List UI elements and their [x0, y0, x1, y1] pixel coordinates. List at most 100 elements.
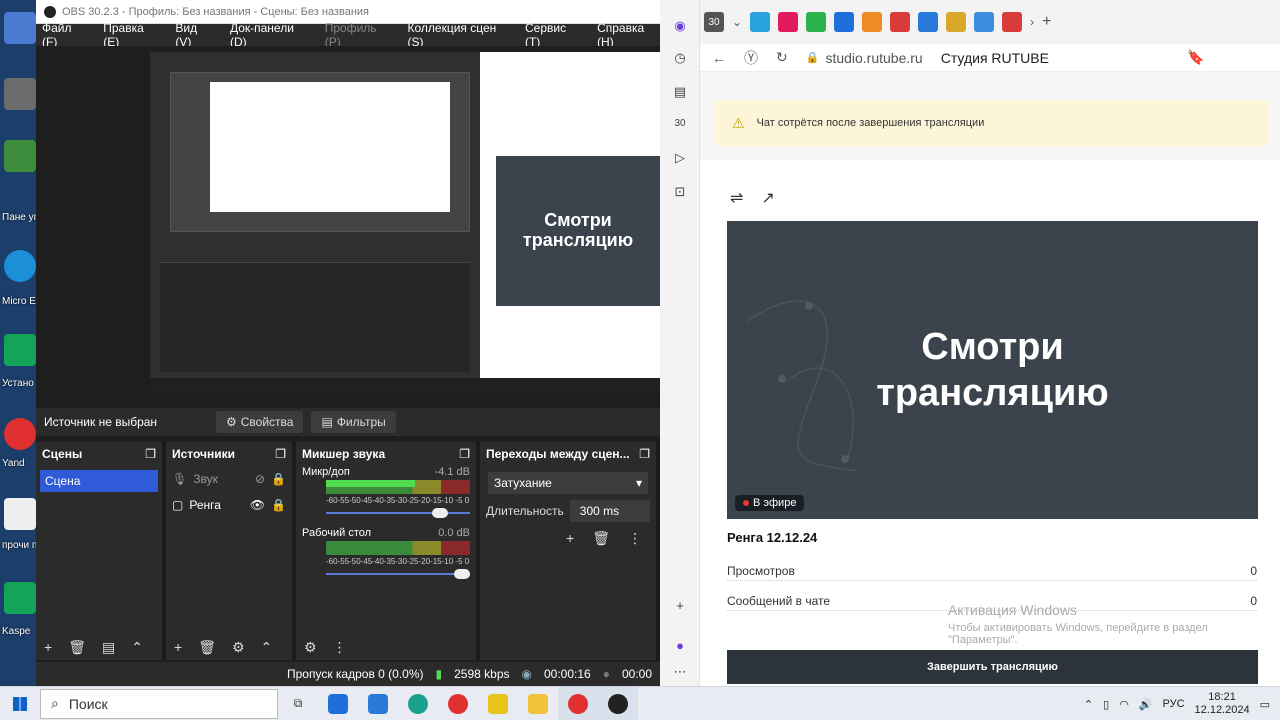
chevron-right-icon[interactable]: ›	[1030, 15, 1034, 29]
new-tab-icon[interactable]: +	[1042, 13, 1051, 31]
menu-file[interactable]: Файл (F)	[42, 21, 87, 49]
assistant-icon[interactable]: ●	[672, 638, 688, 654]
eye-hidden-icon[interactable]: ⊘	[255, 472, 265, 486]
menu-scene-collection[interactable]: Коллекция сцен (S)	[408, 21, 509, 49]
notification-icon[interactable]: ▭	[1260, 698, 1270, 711]
back-icon[interactable]: ←	[712, 50, 726, 66]
end-stream-button[interactable]: Завершить трансляцию	[727, 650, 1258, 684]
kaspersky-icon[interactable]	[4, 582, 36, 614]
reload-icon[interactable]: ↻	[776, 49, 788, 66]
taskbar-search[interactable]: ⌕ Поиск	[40, 688, 278, 719]
filter-icon[interactable]: ▤	[102, 639, 115, 656]
undock-icon[interactable]: ❐	[639, 447, 650, 461]
desktop-shortcut-icon[interactable]	[4, 140, 36, 172]
obs-preview[interactable]: Смотри трансляцию	[36, 46, 660, 398]
properties-button[interactable]: ⚙ Свойства	[216, 411, 304, 433]
network-icon[interactable]: ◠	[1119, 698, 1129, 711]
trash-icon[interactable]: 🗑	[592, 530, 610, 547]
transition-select[interactable]: Затухание ▾	[488, 472, 648, 494]
task-view-button[interactable]: ⧉	[278, 687, 318, 720]
desktop-shortcut-icon[interactable]	[4, 78, 36, 110]
gear-icon[interactable]: ⚙	[232, 639, 245, 656]
source-item[interactable]: ▢ Ренга 👁 🔒	[166, 492, 292, 518]
tab-app[interactable]	[974, 12, 995, 32]
trash-icon[interactable]: 🗑	[68, 639, 86, 656]
add-icon[interactable]: +	[672, 598, 688, 614]
volume-slider[interactable]	[326, 568, 470, 580]
tab-count-icon[interactable]: 30	[672, 116, 688, 132]
menu-help[interactable]: Справка (H)	[597, 21, 660, 49]
lock-icon[interactable]: 🔒	[271, 498, 286, 512]
eye-icon[interactable]: 👁	[250, 498, 265, 512]
taskbar-yandex[interactable]	[438, 687, 478, 720]
taskbar-yandex-browser[interactable]	[558, 686, 598, 720]
document-icon[interactable]	[4, 498, 36, 530]
alice-icon[interactable]: ◉	[672, 18, 688, 34]
bookmark-icon[interactable]: 🔖	[1187, 49, 1204, 66]
trash-icon[interactable]: 🗑	[198, 639, 216, 656]
menu-tools[interactable]: Сервис (T)	[525, 21, 581, 49]
duration-input[interactable]: 300 ms	[569, 500, 650, 522]
chevron-up-icon[interactable]: ⌃	[131, 639, 143, 656]
screenshot-icon[interactable]: ⊡	[672, 184, 688, 200]
lock-icon[interactable]: 🔒	[271, 472, 286, 486]
url-domain[interactable]: studio.rutube.ru	[825, 50, 922, 66]
undock-icon[interactable]: ❐	[145, 447, 156, 461]
task-view-icon: ⧉	[293, 696, 303, 710]
more-icon[interactable]: ⋯	[672, 664, 688, 680]
undock-icon[interactable]: ❐	[275, 447, 286, 461]
more-icon[interactable]: ⋮	[628, 530, 642, 547]
tab-app[interactable]	[862, 12, 883, 32]
source-item[interactable]: 🎙 Звук ⊘ 🔒	[166, 466, 292, 492]
volume-slider[interactable]	[326, 507, 470, 519]
menu-view[interactable]: Вид (V)	[175, 21, 214, 49]
slider-knob[interactable]	[454, 569, 470, 579]
tab-app[interactable]	[946, 12, 967, 32]
add-icon[interactable]: +	[174, 639, 182, 655]
lang-indicator[interactable]: РУС	[1163, 698, 1185, 710]
clock[interactable]: 18:21 12.12.2024	[1195, 691, 1250, 717]
tab-app[interactable]	[1002, 12, 1023, 32]
chevron-up-icon[interactable]: ⌃	[261, 639, 273, 656]
taskbar-edge[interactable]	[398, 687, 438, 720]
chevron-down-icon[interactable]: ⌄	[732, 15, 742, 29]
speaker-icon[interactable]: 🔊	[1139, 698, 1153, 711]
taskbar-store[interactable]	[358, 687, 398, 720]
kaspersky-icon[interactable]	[4, 334, 36, 366]
tab-app[interactable]	[806, 12, 827, 32]
tab-telegram[interactable]	[750, 12, 771, 32]
taskbar-app[interactable]	[478, 687, 518, 720]
yandex-icon[interactable]	[4, 418, 36, 450]
yandex-logo-icon[interactable]: Ⓨ	[744, 48, 758, 68]
taskbar-obs[interactable]	[598, 686, 638, 720]
edge-icon[interactable]	[4, 250, 36, 282]
share-icon[interactable]: ⇌	[730, 188, 743, 208]
desktop-shortcut-icon[interactable]	[4, 12, 36, 44]
notes-icon[interactable]: ▤	[672, 84, 688, 100]
tab-pdf[interactable]	[890, 12, 911, 32]
tab-video[interactable]	[834, 12, 855, 32]
start-button[interactable]	[0, 687, 40, 720]
taskbar-mail[interactable]	[318, 687, 358, 720]
play-icon[interactable]: ▷	[672, 150, 688, 166]
menu-docks[interactable]: Док-панели (D)	[230, 21, 309, 49]
scene-item[interactable]: Сцена	[40, 470, 158, 492]
external-link-icon[interactable]: ↗	[761, 188, 774, 208]
slider-knob[interactable]	[432, 508, 449, 518]
add-icon[interactable]: +	[44, 639, 52, 655]
tab-app[interactable]	[918, 12, 939, 32]
taskbar-explorer[interactable]	[518, 687, 558, 720]
gear-icon[interactable]: ⚙	[304, 639, 317, 656]
menu-edit[interactable]: Правка (E)	[103, 21, 159, 49]
history-icon[interactable]: ◷	[672, 50, 688, 66]
tab-counter[interactable]: 30	[704, 12, 724, 32]
tab-rutube[interactable]	[778, 12, 799, 32]
add-icon[interactable]: +	[566, 530, 574, 547]
undock-icon[interactable]: ❐	[459, 447, 470, 461]
chevron-up-icon[interactable]: ⌃	[1084, 698, 1093, 711]
video-player[interactable]: Смотри трансляцию В эфире	[727, 221, 1258, 519]
usb-icon[interactable]: ▯	[1103, 698, 1109, 711]
filters-button[interactable]: ▤ Фильтры	[311, 411, 396, 433]
more-icon[interactable]: ⋮	[333, 639, 347, 656]
menu-profile[interactable]: Профиль (P)	[325, 21, 392, 49]
